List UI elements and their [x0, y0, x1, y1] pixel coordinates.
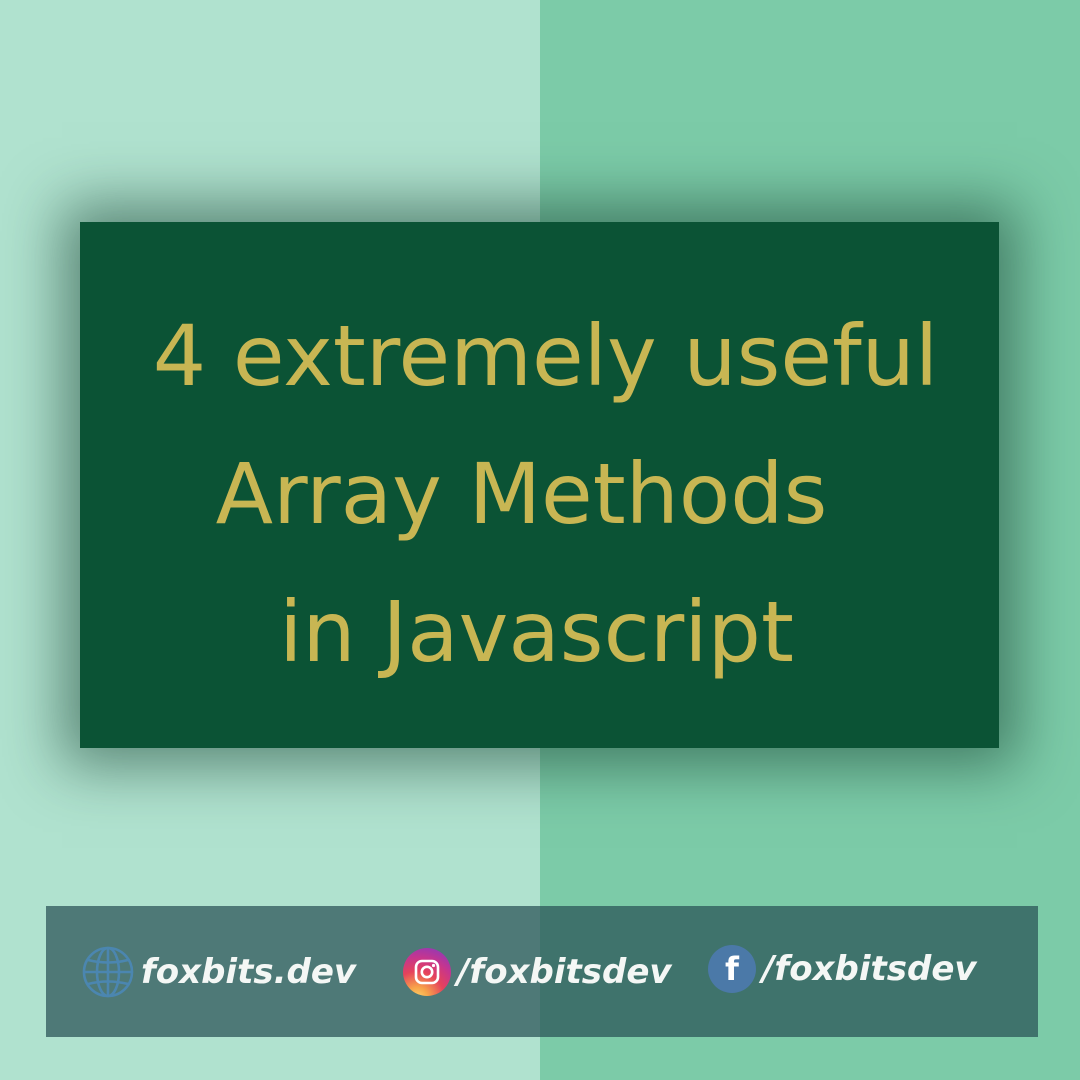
- title-card: 4 extremely useful Array Methods in Java…: [80, 222, 999, 748]
- instagram-link[interactable]: /foxbitsdev: [403, 906, 672, 1037]
- facebook-link[interactable]: f /foxbitsdev: [708, 903, 977, 1034]
- website-link[interactable]: foxbits.dev: [81, 906, 356, 1037]
- title-line-1: 4 extremely useful: [152, 307, 939, 405]
- facebook-label: /foxbitsdev: [762, 948, 977, 989]
- website-label: foxbits.dev: [141, 951, 357, 992]
- social-footer-bar: foxbits.dev /foxbitsdev f /foxbitsdev: [46, 906, 1038, 1037]
- title-line-2: Array Methods: [215, 445, 828, 543]
- instagram-label: /foxbitsdev: [457, 951, 672, 992]
- instagram-icon: [403, 947, 451, 996]
- facebook-icon: f: [708, 944, 756, 993]
- title-line-3: in Javascript: [279, 583, 794, 681]
- globe-icon: [81, 945, 135, 999]
